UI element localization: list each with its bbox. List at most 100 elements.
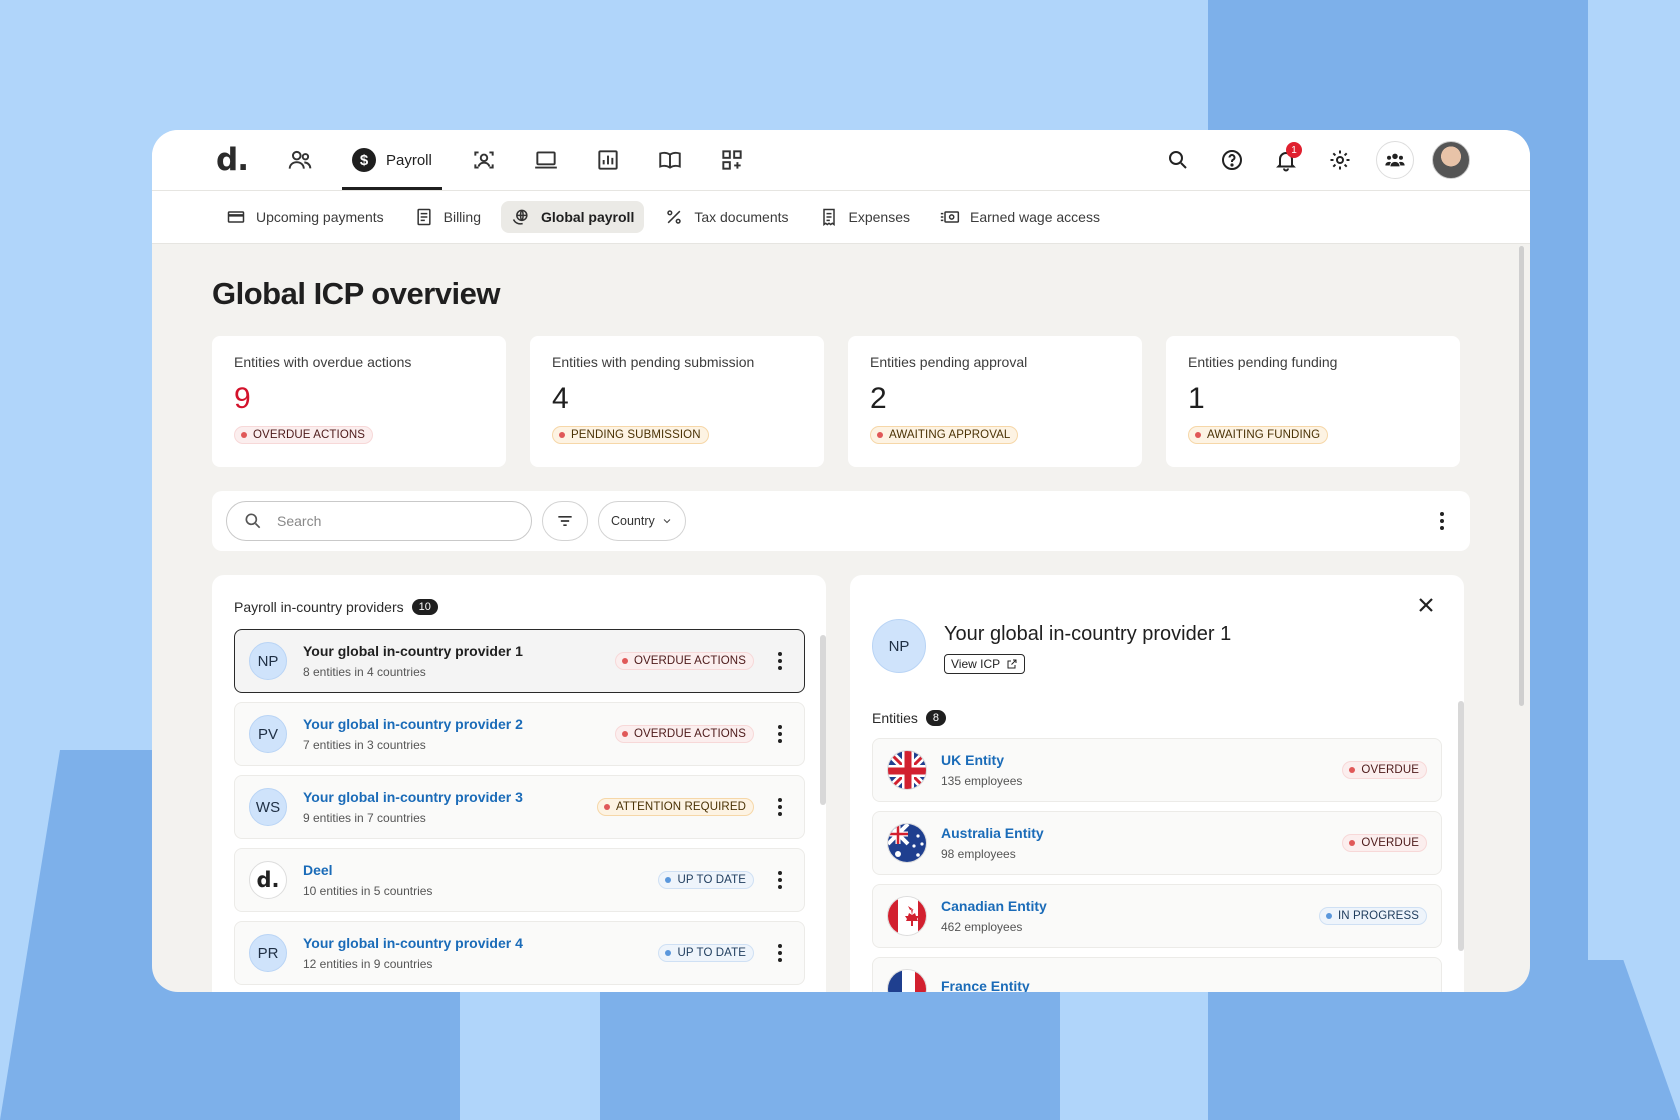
tab-payroll[interactable]: $ Payroll <box>342 130 442 190</box>
status-badge: UP TO DATE <box>658 944 754 962</box>
provider-avatar: WS <box>249 788 287 826</box>
chevron-down-icon <box>663 519 671 524</box>
user-avatar[interactable] <box>1432 141 1470 179</box>
team-icon <box>1385 153 1405 167</box>
more-options-button[interactable] <box>1428 507 1456 535</box>
row-menu-button[interactable] <box>770 798 790 816</box>
dollar-icon: $ <box>352 148 376 172</box>
search-icon <box>245 513 261 529</box>
subnav-upcoming-payments[interactable]: Upcoming payments <box>216 201 394 233</box>
row-menu-button[interactable] <box>770 652 790 670</box>
team-button[interactable] <box>1376 141 1414 179</box>
deel-logo: d. <box>249 861 287 899</box>
stat-card-pending-submission[interactable]: Entities with pending submission 4 PENDI… <box>530 336 824 467</box>
people-icon[interactable] <box>280 130 320 190</box>
laptop-icon[interactable] <box>526 130 566 190</box>
tab-payroll-label: Payroll <box>386 151 432 169</box>
provider-avatar: PV <box>249 715 287 753</box>
status-badge: OVERDUE ACTIONS <box>614 725 754 743</box>
provider-row[interactable]: PR Your global in-country provider 4 12 … <box>234 921 805 985</box>
subnav-label: Tax documents <box>694 209 789 225</box>
subnav-earned-wage-access[interactable]: Earned wage access <box>930 201 1110 233</box>
providers-count: 10 <box>411 599 438 615</box>
row-menu-button[interactable] <box>770 944 790 962</box>
entity-row[interactable]: Canadian Entity 462 employees IN PROGRES… <box>872 884 1442 948</box>
row-menu-button[interactable] <box>770 725 790 743</box>
search-input[interactable] <box>277 513 497 529</box>
search-box <box>226 501 532 541</box>
provider-name: Deel <box>303 862 333 878</box>
country-dropdown[interactable]: Country <box>598 501 686 541</box>
subnav-billing[interactable]: Billing <box>404 201 491 233</box>
uk-flag-icon <box>887 750 927 790</box>
provider-row[interactable]: d. Deel 10 entities in 5 countries UP TO… <box>234 848 805 912</box>
subnav-expenses[interactable]: Expenses <box>809 201 920 233</box>
filter-icon <box>558 516 572 526</box>
providers-title: Payroll in-country providers <box>234 599 404 615</box>
main-content: Global ICP overview Entities with overdu… <box>152 276 1530 992</box>
entity-row[interactable]: UK Entity 135 employees OVERDUE <box>872 738 1442 802</box>
app-window: d. $ Payroll 1 Upcoming payments Billing… <box>152 130 1530 992</box>
apps-grid-icon[interactable] <box>712 130 752 190</box>
gear-icon[interactable] <box>1322 142 1358 178</box>
entity-subtitle: 98 employees <box>941 847 1016 861</box>
provider-detail-panel: NP Your global in-country provider 1 Vie… <box>850 575 1464 992</box>
provider-row[interactable]: PV Your global in-country provider 2 7 e… <box>234 702 805 766</box>
filter-button[interactable] <box>542 501 588 541</box>
provider-name: Your global in-country provider 4 <box>303 935 523 951</box>
panels: Payroll in-country providers 10 NP Your … <box>212 575 1470 992</box>
subnav-label: Global payroll <box>540 209 635 225</box>
subnav-label: Billing <box>443 209 481 225</box>
provider-avatar: PR <box>249 934 287 972</box>
status-badge: AWAITING APPROVAL <box>870 426 1019 444</box>
user-scan-icon[interactable] <box>464 130 504 190</box>
notification-badge: 1 <box>1286 142 1302 158</box>
book-icon[interactable] <box>650 130 690 190</box>
kebab-icon <box>778 798 782 816</box>
detail-header: NP Your global in-country provider 1 Vie… <box>872 619 1442 674</box>
page-title: Global ICP overview <box>212 276 500 311</box>
entity-row[interactable]: France Entity <box>872 957 1442 992</box>
providers-panel: Payroll in-country providers 10 NP Your … <box>212 575 826 992</box>
subnav-label: Earned wage access <box>970 209 1100 225</box>
status-badge: PENDING SUBMISSION <box>552 426 709 444</box>
entity-row[interactable]: Australia Entity 98 employees OVERDUE <box>872 811 1442 875</box>
provider-avatar: NP <box>872 619 926 673</box>
search-icon[interactable] <box>1160 142 1196 178</box>
row-menu-button[interactable] <box>770 871 790 889</box>
stat-label: Entities pending funding <box>1188 354 1338 370</box>
analytics-icon[interactable] <box>588 130 628 190</box>
view-icp-button[interactable]: View ICP <box>944 654 1026 674</box>
entities-list: UK Entity 135 employees OVERDUE Australi… <box>872 738 1442 992</box>
stat-card-pending-approval[interactable]: Entities pending approval 2 AWAITING APP… <box>848 336 1142 467</box>
stat-label: Entities pending approval <box>870 354 1028 370</box>
provider-name: Your global in-country provider 1 <box>303 643 523 659</box>
bell-icon[interactable]: 1 <box>1268 142 1304 178</box>
close-button[interactable] <box>1414 593 1438 617</box>
providers-scrollbar[interactable] <box>820 635 826 805</box>
provider-avatar: NP <box>249 642 287 680</box>
providers-header: Payroll in-country providers 10 <box>234 599 804 615</box>
subnav-tax-documents[interactable]: Tax documents <box>654 201 798 233</box>
subnav-label: Upcoming payments <box>256 209 384 225</box>
deel-logo[interactable]: d. <box>216 142 260 178</box>
entity-name: France Entity <box>941 978 1030 992</box>
detail-title: Your global in-country provider 1 <box>944 623 1232 645</box>
subnav-global-payroll[interactable]: Global payroll <box>500 201 645 233</box>
entity-name: UK Entity <box>941 752 1004 768</box>
stat-value: 1 <box>1188 382 1205 415</box>
page-scrollbar[interactable] <box>1519 246 1524 706</box>
entities-count: 8 <box>925 710 947 726</box>
receipt-icon <box>822 208 835 226</box>
help-icon[interactable] <box>1214 142 1250 178</box>
stat-card-overdue[interactable]: Entities with overdue actions 9 OVERDUE … <box>212 336 506 467</box>
filter-bar: Country <box>212 491 1470 551</box>
subnav-label: Expenses <box>848 209 910 225</box>
entity-name: Australia Entity <box>941 825 1044 841</box>
entities-scrollbar[interactable] <box>1458 701 1464 951</box>
view-icp-label: View ICP <box>951 657 1001 671</box>
provider-row[interactable]: NP Your global in-country provider 1 8 e… <box>234 629 805 693</box>
stat-card-pending-funding[interactable]: Entities pending funding 1 AWAITING FUND… <box>1166 336 1460 467</box>
entities-title: Entities <box>872 710 918 726</box>
provider-row[interactable]: WS Your global in-country provider 3 9 e… <box>234 775 805 839</box>
